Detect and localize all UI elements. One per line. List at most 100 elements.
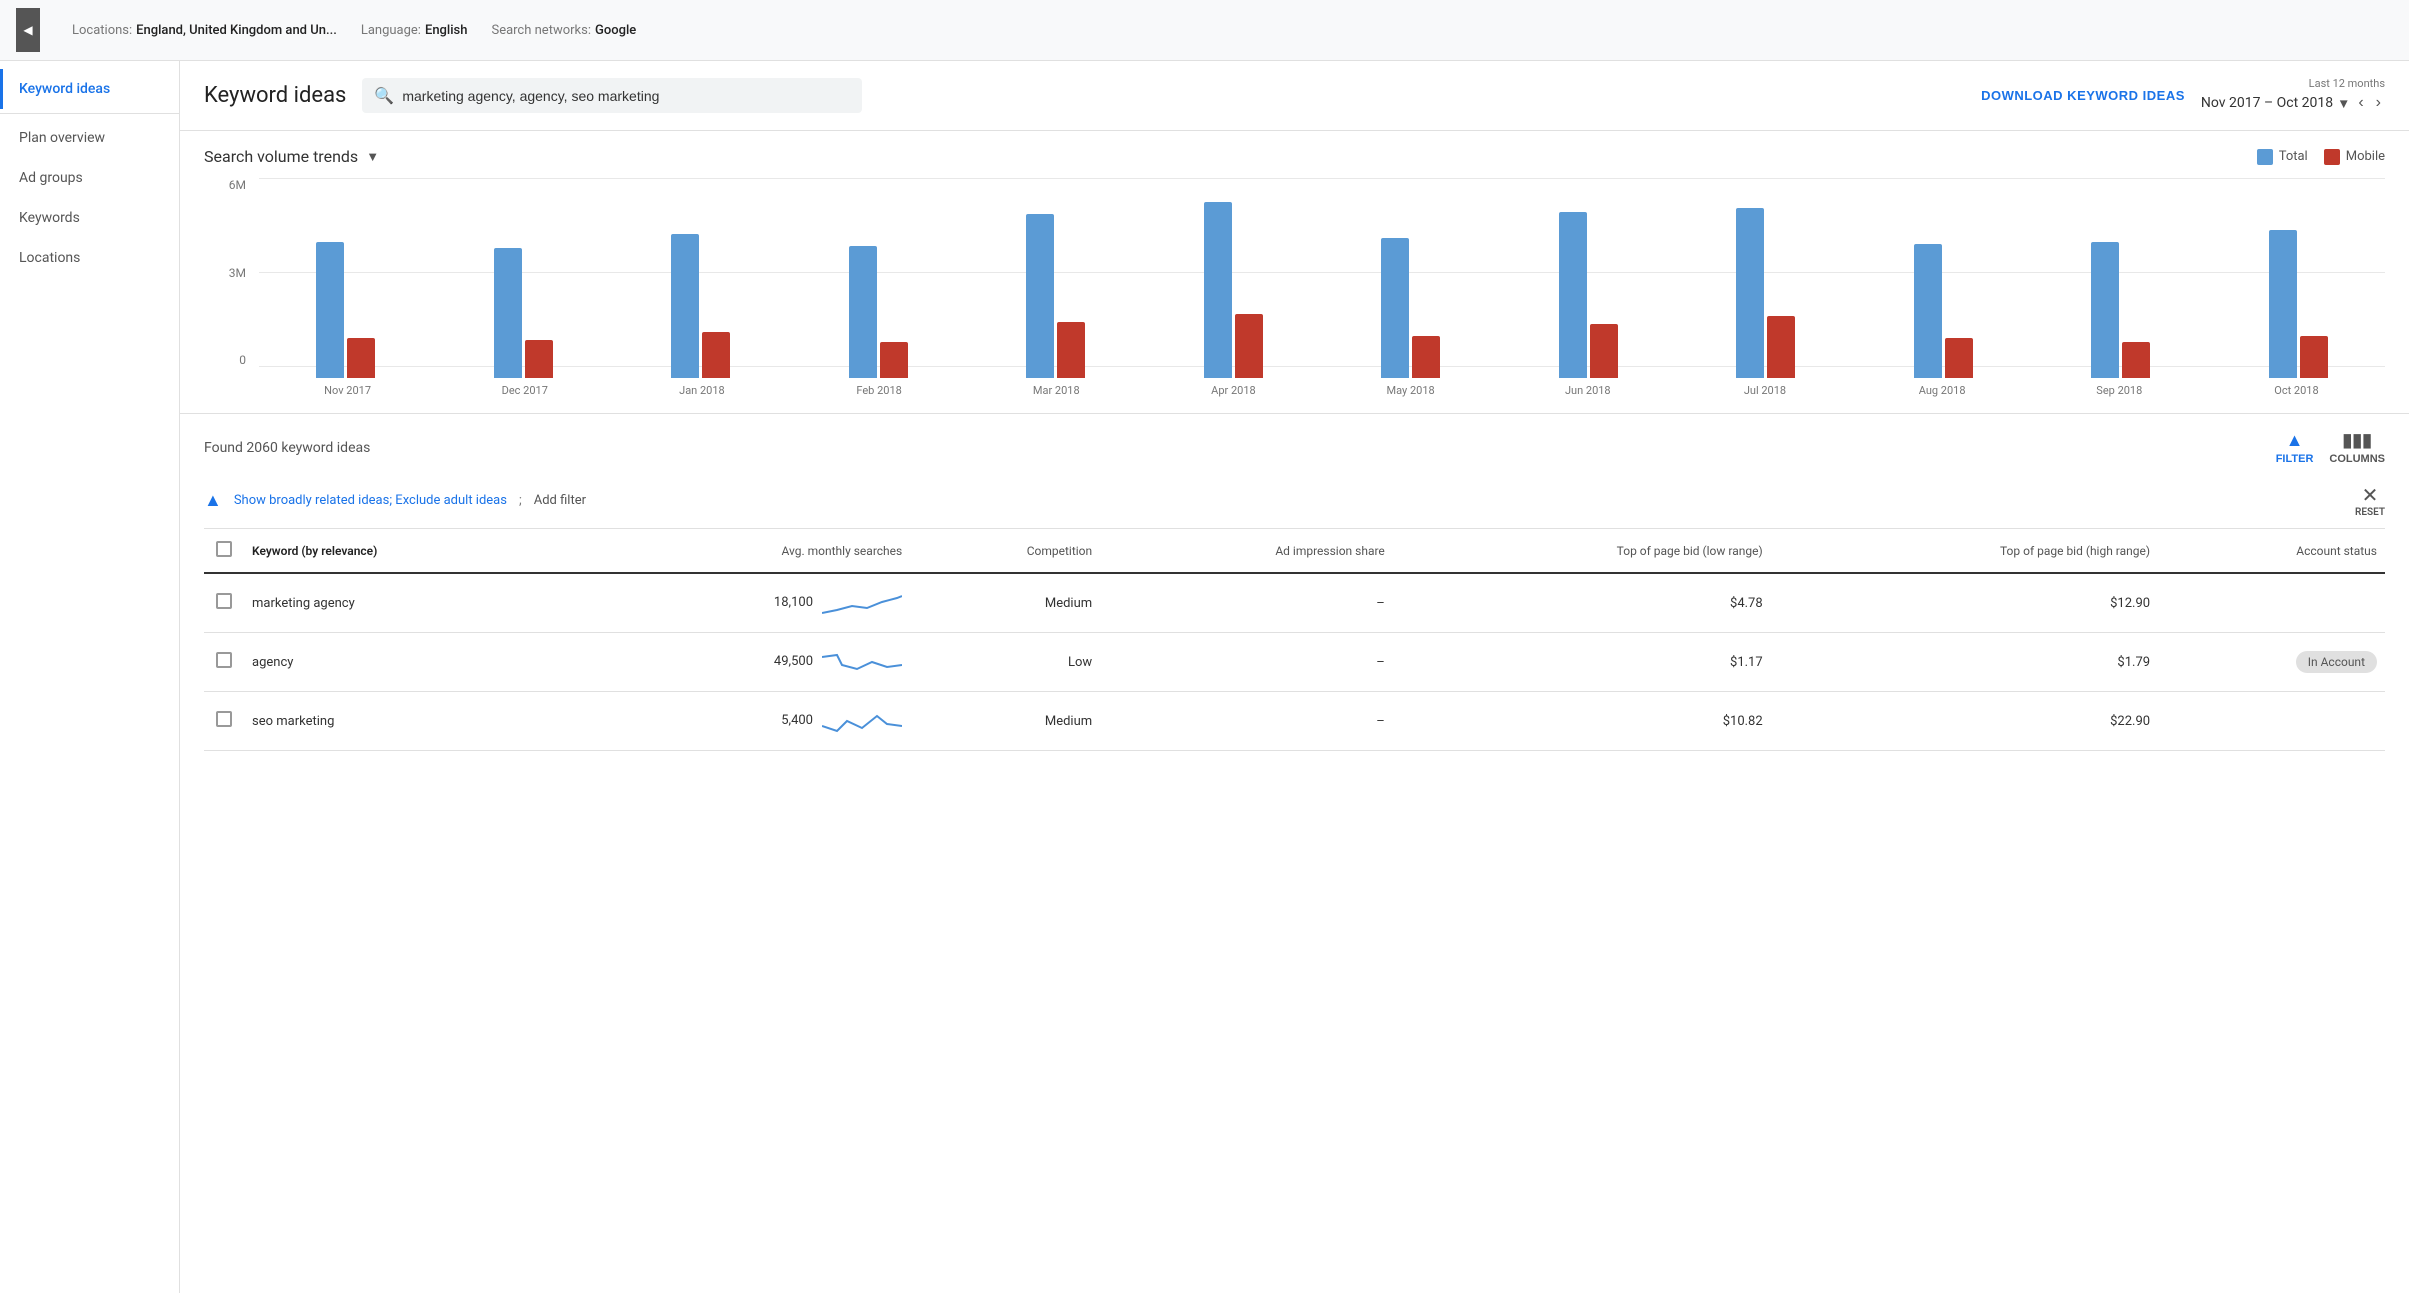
row-account-status <box>2158 573 2385 633</box>
date-range-section: Last 12 months Nov 2017 – Oct 2018 ▼ ‹ › <box>2201 77 2385 114</box>
row-avg-monthly: 5,400 <box>574 692 911 751</box>
bar-total <box>494 248 522 378</box>
row-keyword: seo marketing <box>244 692 574 751</box>
row-ad-impression: – <box>1100 573 1393 633</box>
th-account-status-label: Account status <box>2296 544 2377 558</box>
x-axis-label: Sep 2018 <box>2031 384 2208 397</box>
th-keyword: Keyword (by relevance) <box>244 529 574 573</box>
row-account-status: In Account <box>2158 633 2385 692</box>
row-checkbox[interactable] <box>216 711 232 727</box>
bar-total <box>1559 212 1587 378</box>
filter-button[interactable]: ▲ FILTER <box>2276 430 2314 465</box>
sidebar-label-locations: Locations <box>19 250 80 266</box>
page-title: Keyword ideas <box>204 83 346 108</box>
sidebar-label-plan-overview: Plan overview <box>19 130 105 146</box>
content-area: Keyword ideas 🔍 DOWNLOAD KEYWORD IDEAS L… <box>180 61 2409 1293</box>
language-value: English <box>425 23 468 38</box>
bar-total <box>1381 238 1409 378</box>
x-axis-label: Jun 2018 <box>1499 384 1676 397</box>
legend-total-label: Total <box>2279 149 2308 164</box>
bar-group <box>1679 208 1853 378</box>
sidebar: Keyword ideas Plan overview Ad groups Ke… <box>0 61 180 1293</box>
bar-total <box>1204 202 1232 378</box>
th-avg-monthly: Avg. monthly searches <box>574 529 911 573</box>
bar-group <box>969 214 1143 378</box>
search-icon: 🔍 <box>374 86 394 105</box>
row-ad-impression: – <box>1100 692 1393 751</box>
sidebar-item-ad-groups[interactable]: Ad groups <box>0 158 179 198</box>
bar-group <box>1147 202 1321 378</box>
legend-total: Total <box>2257 149 2308 165</box>
language-item: Language: English <box>361 23 468 38</box>
columns-button[interactable]: ▮▮▮ COLUMNS <box>2329 430 2385 465</box>
row-checkbox-cell <box>204 692 244 751</box>
date-next-button[interactable]: › <box>2372 92 2385 114</box>
networks-value: Google <box>595 23 636 38</box>
bar-group <box>1324 238 1498 378</box>
close-icon: ✕ <box>2362 483 2379 507</box>
th-competition-label: Competition <box>1027 544 1092 558</box>
chart-header: Search volume trends ▼ Total Mobile <box>204 147 2385 166</box>
locations-label: Locations: <box>72 23 132 38</box>
bar-mobile <box>2122 342 2150 378</box>
bar-mobile <box>1590 324 1618 378</box>
row-checkbox-cell <box>204 633 244 692</box>
search-input[interactable] <box>402 88 850 104</box>
filter-link[interactable]: Show broadly related ideas; Exclude adul… <box>234 493 507 508</box>
x-axis-label: May 2018 <box>1322 384 1499 397</box>
filter-close-button[interactable]: ✕ RESET <box>2355 483 2385 518</box>
sidebar-item-plan-overview[interactable]: Plan overview <box>0 118 179 158</box>
sidebar-label-keywords: Keywords <box>19 210 80 226</box>
th-ad-impression-label: Ad impression share <box>1275 544 1384 558</box>
row-checkbox[interactable] <box>216 593 232 609</box>
y-label-0: 0 <box>239 353 246 367</box>
row-competition: Medium <box>910 692 1100 751</box>
row-top-page-low: $10.82 <box>1393 692 1771 751</box>
row-keyword: agency <box>244 633 574 692</box>
legend-dot-mobile <box>2324 149 2340 165</box>
row-competition: Medium <box>910 573 1100 633</box>
sidebar-item-locations[interactable]: Locations <box>0 238 179 278</box>
filter-bar: ▲ Show broadly related ideas; Exclude ad… <box>204 473 2385 529</box>
date-range-controls: Nov 2017 – Oct 2018 ▼ ‹ › <box>2201 92 2385 114</box>
chart-dropdown-icon[interactable]: ▼ <box>366 149 379 165</box>
date-range-value: Nov 2017 – Oct 2018 <box>2201 95 2333 111</box>
table-row: marketing agency18,100 Medium–$4.78$12.9… <box>204 573 2385 633</box>
bar-mobile <box>525 340 553 378</box>
x-axis-label: Feb 2018 <box>791 384 968 397</box>
date-dropdown-button[interactable]: ▼ <box>2337 96 2350 111</box>
found-prefix: Found <box>204 440 246 456</box>
legend-dot-total <box>2257 149 2273 165</box>
date-prev-button[interactable]: ‹ <box>2354 92 2367 114</box>
table-body: marketing agency18,100 Medium–$4.78$12.9… <box>204 573 2385 751</box>
bar-mobile <box>702 332 730 378</box>
sidebar-item-keywords[interactable]: Keywords <box>0 198 179 238</box>
collapse-sidebar-button[interactable]: ◀ <box>16 8 40 52</box>
header-actions: ▲ FILTER ▮▮▮ COLUMNS <box>2276 430 2385 465</box>
add-filter-link[interactable]: Add filter <box>534 493 586 508</box>
th-avg-monthly-label: Avg. monthly searches <box>781 544 902 558</box>
header-checkbox[interactable] <box>216 541 232 557</box>
keywords-header: Found 2060 keyword ideas ▲ FILTER ▮▮▮ CO… <box>204 414 2385 473</box>
th-top-page-high: Top of page bid (high range) <box>1771 529 2158 573</box>
th-top-page-high-label: Top of page bid (high range) <box>2000 544 2150 558</box>
sidebar-item-keyword-ideas[interactable]: Keyword ideas <box>0 69 179 109</box>
columns-label: COLUMNS <box>2329 453 2385 465</box>
keywords-table: Keyword (by relevance) Avg. monthly sear… <box>204 529 2385 751</box>
y-label-3m: 3M <box>229 266 246 280</box>
legend-mobile: Mobile <box>2324 149 2385 165</box>
legend-mobile-label: Mobile <box>2346 149 2385 164</box>
th-competition: Competition <box>910 529 1100 573</box>
row-avg-monthly: 18,100 <box>574 573 911 633</box>
filter-icon: ▲ <box>2286 430 2304 451</box>
locations-item: Locations: England, United Kingdom and U… <box>72 23 337 38</box>
sidebar-label-ad-groups: Ad groups <box>19 170 83 186</box>
keywords-count: Found 2060 keyword ideas <box>204 440 370 456</box>
keywords-section: Found 2060 keyword ideas ▲ FILTER ▮▮▮ CO… <box>180 414 2409 751</box>
table-row: agency49,500 Low–$1.17$1.79In Account <box>204 633 2385 692</box>
bar-total <box>671 234 699 378</box>
download-button[interactable]: DOWNLOAD KEYWORD IDEAS <box>1981 88 2185 103</box>
x-axis-label: Dec 2017 <box>436 384 613 397</box>
search-box[interactable]: 🔍 <box>362 78 862 113</box>
row-checkbox[interactable] <box>216 652 232 668</box>
